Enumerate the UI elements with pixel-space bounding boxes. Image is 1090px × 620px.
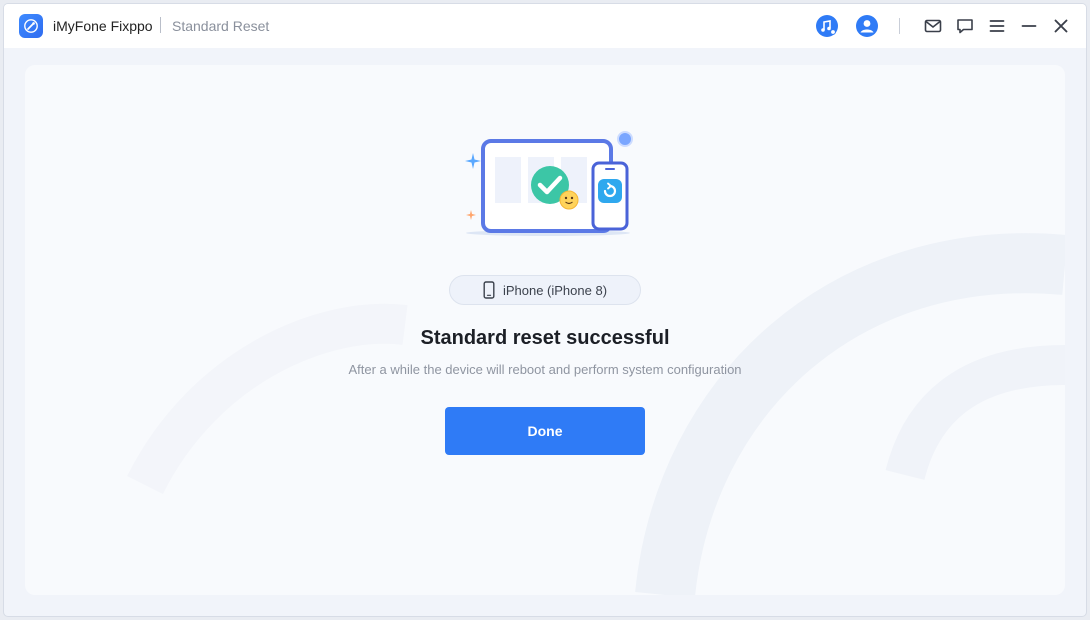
user-icon[interactable] <box>855 14 879 38</box>
app-name: iMyFone Fixppo <box>53 18 153 34</box>
page-title: Standard Reset <box>172 18 270 34</box>
result-headline: Standard reset successful <box>420 327 670 349</box>
result-description: After a while the device will reboot and… <box>348 362 742 377</box>
title-separator <box>160 17 161 33</box>
toolbar-divider <box>899 18 900 34</box>
success-illustration <box>465 131 633 236</box>
mail-icon[interactable] <box>921 14 945 38</box>
wrench-logo-icon <box>19 14 43 38</box>
app-window: iMyFone Fixppo Standard Reset iPhone (iP… <box>4 4 1086 616</box>
music-search-icon[interactable] <box>815 14 839 38</box>
phone-icon <box>483 281 495 299</box>
chat-icon[interactable] <box>953 14 977 38</box>
minimize-icon[interactable] <box>1017 14 1041 38</box>
title-bar: iMyFone Fixppo Standard Reset <box>4 4 1086 48</box>
device-badge: iPhone (iPhone 8) <box>449 275 641 305</box>
done-button[interactable]: Done <box>445 407 645 455</box>
device-name: iPhone (iPhone 8) <box>502 282 608 298</box>
menu-icon[interactable] <box>985 14 1009 38</box>
result-panel: iPhone (iPhone 8) Standard reset success… <box>25 65 1065 595</box>
close-icon[interactable] <box>1049 14 1073 38</box>
